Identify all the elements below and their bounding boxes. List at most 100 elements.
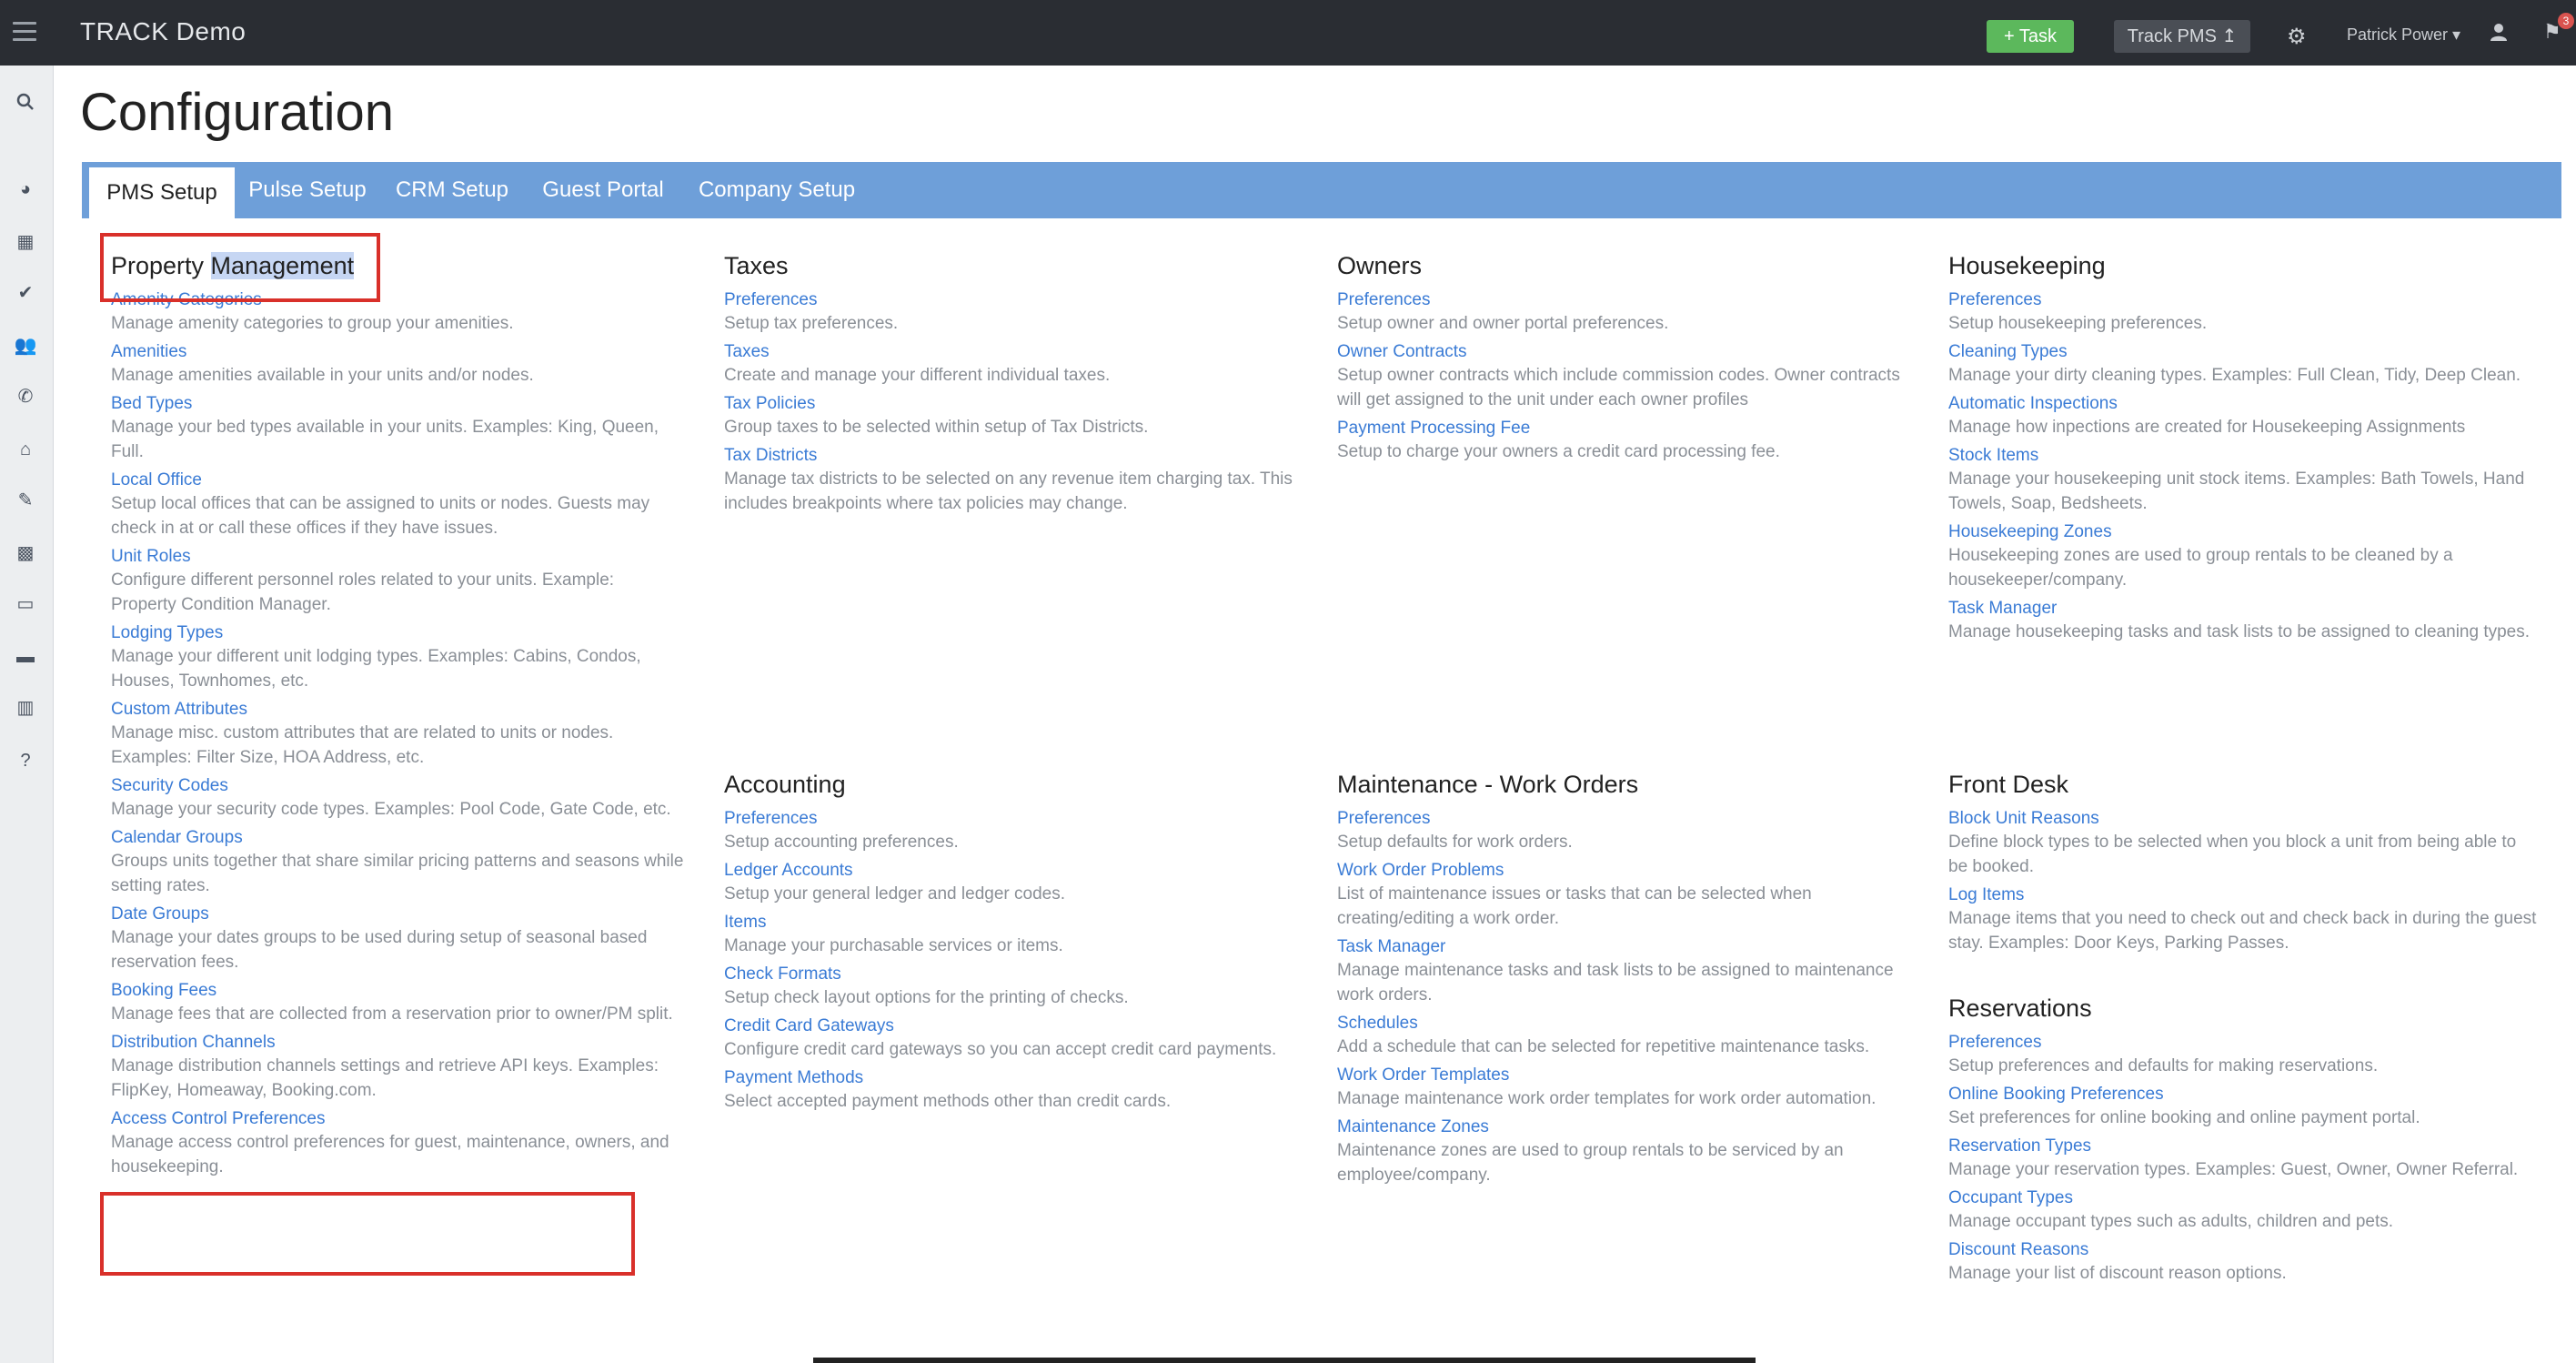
config-link[interactable]: Check Formats <box>724 964 1306 985</box>
config-link[interactable]: Taxes <box>724 341 1306 363</box>
config-link[interactable]: Maintenance Zones <box>1337 1116 1910 1138</box>
tab-guest-portal[interactable]: Guest Portal <box>524 162 682 218</box>
config-description: Setup check layout options for the print… <box>724 988 1129 1007</box>
config-link[interactable]: Online Booking Preferences <box>1948 1084 2540 1106</box>
config-link[interactable]: Calendar Groups <box>111 827 684 849</box>
config-description: Manage housekeeping tasks and task lists… <box>1948 622 2531 641</box>
config-link[interactable]: Distribution Channels <box>111 1032 684 1054</box>
config-link[interactable]: Custom Attributes <box>111 699 684 721</box>
config-link[interactable]: Lodging Types <box>111 622 684 644</box>
config-link[interactable]: Cleaning Types <box>1948 341 2540 363</box>
wrench-icon[interactable]: ✎ <box>13 488 38 513</box>
config-item: Payment Methods Select accepted payment m… <box>724 1067 1306 1114</box>
config-link[interactable]: Bed Types <box>111 393 684 415</box>
config-link[interactable]: Booking Fees <box>111 980 684 1002</box>
grid-icon[interactable]: ▩ <box>13 540 38 566</box>
config-item: Payment Processing Fee Setup to charge yo… <box>1337 418 1910 464</box>
config-link[interactable]: Preferences <box>1948 289 2540 311</box>
config-link[interactable]: Work Order Problems <box>1337 860 1910 882</box>
add-task-button[interactable]: + Task <box>1987 20 2074 53</box>
config-link[interactable]: Work Order Templates <box>1337 1065 1910 1086</box>
config-link[interactable]: Security Codes <box>111 775 684 797</box>
section-maintenance: Maintenance - Work Orders Preferences Set… <box>1337 766 1910 1187</box>
calendar-icon[interactable]: ▦ <box>13 229 38 255</box>
config-link[interactable]: Log Items <box>1948 884 2540 906</box>
section-reservations: Reservations Preferences Setup preference… <box>1948 990 2540 1286</box>
config-link[interactable]: Tax Policies <box>724 393 1306 415</box>
config-link[interactable]: Block Unit Reasons <box>1948 808 2540 830</box>
money-icon[interactable]: ▭ <box>13 591 38 617</box>
search-icon[interactable] <box>13 93 38 118</box>
tab-crm-setup[interactable]: CRM Setup <box>380 162 524 218</box>
config-item: Preferences Setup defaults for work order… <box>1337 808 1910 854</box>
config-link[interactable]: Local Office <box>111 469 684 491</box>
config-link[interactable]: Preferences <box>724 808 1306 830</box>
config-item: Local Office Setup local offices that can… <box>111 469 684 540</box>
config-link[interactable]: Task Manager <box>1948 598 2540 620</box>
config-link[interactable]: Housekeeping Zones <box>1948 521 2540 543</box>
phone-icon[interactable]: ✆ <box>13 384 38 409</box>
config-item: Lodging Types Manage your different unit … <box>111 622 684 693</box>
tab-company-setup[interactable]: Company Setup <box>682 162 871 218</box>
config-link[interactable]: Automatic Inspections <box>1948 393 2540 415</box>
user-menu[interactable]: Patrick Power ▾ <box>2347 25 2460 45</box>
help-icon[interactable]: ? <box>13 748 38 773</box>
config-link[interactable]: Payment Methods <box>724 1067 1306 1089</box>
config-item: Discount Reasons Manage your list of disc… <box>1948 1239 2540 1286</box>
config-item: Ledger Accounts Setup your general ledger… <box>724 860 1306 906</box>
config-link[interactable]: Date Groups <box>111 904 684 925</box>
config-link[interactable]: Payment Processing Fee <box>1337 418 1910 439</box>
config-item: Amenities Manage amenities available in y… <box>111 341 684 388</box>
config-description: Setup owner and owner portal preferences… <box>1337 314 1669 333</box>
config-link[interactable]: Discount Reasons <box>1948 1239 2540 1261</box>
config-link[interactable]: Preferences <box>724 289 1306 311</box>
track-pms-button[interactable]: Track PMS ↥ <box>2114 20 2250 53</box>
config-link[interactable]: Preferences <box>1948 1032 2540 1054</box>
briefcase-icon[interactable]: ▬ <box>13 644 38 670</box>
section-title-taxes: Taxes <box>724 252 789 279</box>
config-link[interactable]: Items <box>724 912 1306 934</box>
config-description: Manage your different unit lodging types… <box>111 647 641 691</box>
tab-pms-setup[interactable]: PMS Setup <box>89 167 235 218</box>
config-link[interactable]: Reservation Types <box>1948 1136 2540 1157</box>
section-title-reservations: Reservations <box>1948 994 2092 1022</box>
user-icon[interactable] <box>2489 22 2509 47</box>
horizontal-scrollbar[interactable] <box>813 1358 1756 1363</box>
config-link[interactable]: Schedules <box>1337 1013 1910 1035</box>
home-icon[interactable]: ⌂ <box>13 437 38 462</box>
config-link[interactable]: Amenities <box>111 341 684 363</box>
config-item: Booking Fees Manage fees that are collect… <box>111 980 684 1026</box>
dashboard-icon[interactable]: ◕ <box>13 177 38 202</box>
config-link[interactable]: Credit Card Gateways <box>724 1015 1306 1037</box>
tab-pulse-setup[interactable]: Pulse Setup <box>235 162 380 218</box>
config-description: Maintenance zones are used to group rent… <box>1337 1141 1844 1185</box>
config-link[interactable]: Occupant Types <box>1948 1187 2540 1209</box>
config-description: Create and manage your different individ… <box>724 366 1111 385</box>
config-description: Manage maintenance tasks and task lists … <box>1337 961 1894 1005</box>
config-item: Credit Card Gateways Configure credit car… <box>724 1015 1306 1062</box>
check-circle-icon[interactable]: ✔ <box>13 280 38 306</box>
config-item: Work Order Templates Manage maintenance w… <box>1337 1065 1910 1111</box>
app-title[interactable]: TRACK Demo <box>80 17 246 46</box>
config-link[interactable]: Tax Districts <box>724 445 1306 467</box>
config-item: Tax Policies Group taxes to be selected w… <box>724 393 1306 439</box>
hamburger-icon[interactable] <box>13 22 36 42</box>
config-link[interactable]: Preferences <box>1337 289 1910 311</box>
config-description: Group taxes to be selected within setup … <box>724 418 1149 437</box>
config-item: Items Manage your purchasable services or… <box>724 912 1306 958</box>
config-link[interactable]: Owner Contracts <box>1337 341 1910 363</box>
config-description: Configure different personnel roles rela… <box>111 570 615 614</box>
config-link[interactable]: Preferences <box>1337 808 1910 830</box>
section-accounting: Accounting Preferences Setup accounting p… <box>724 766 1306 1114</box>
config-link[interactable]: Task Manager <box>1337 936 1910 958</box>
config-item: Preferences Setup owner and owner portal … <box>1337 289 1910 336</box>
config-description: Define block types to be selected when y… <box>1948 833 2517 876</box>
config-link[interactable]: Stock Items <box>1948 445 2540 467</box>
config-item: Owner Contracts Setup owner contracts whi… <box>1337 341 1910 412</box>
config-link[interactable]: Access Control Preferences <box>111 1108 684 1130</box>
gear-icon[interactable]: ⚙ <box>2287 24 2307 50</box>
config-link[interactable]: Unit Roles <box>111 546 684 568</box>
config-link[interactable]: Ledger Accounts <box>724 860 1306 882</box>
users-icon[interactable]: 👥 <box>13 333 38 358</box>
chart-icon[interactable]: ▥ <box>13 695 38 721</box>
